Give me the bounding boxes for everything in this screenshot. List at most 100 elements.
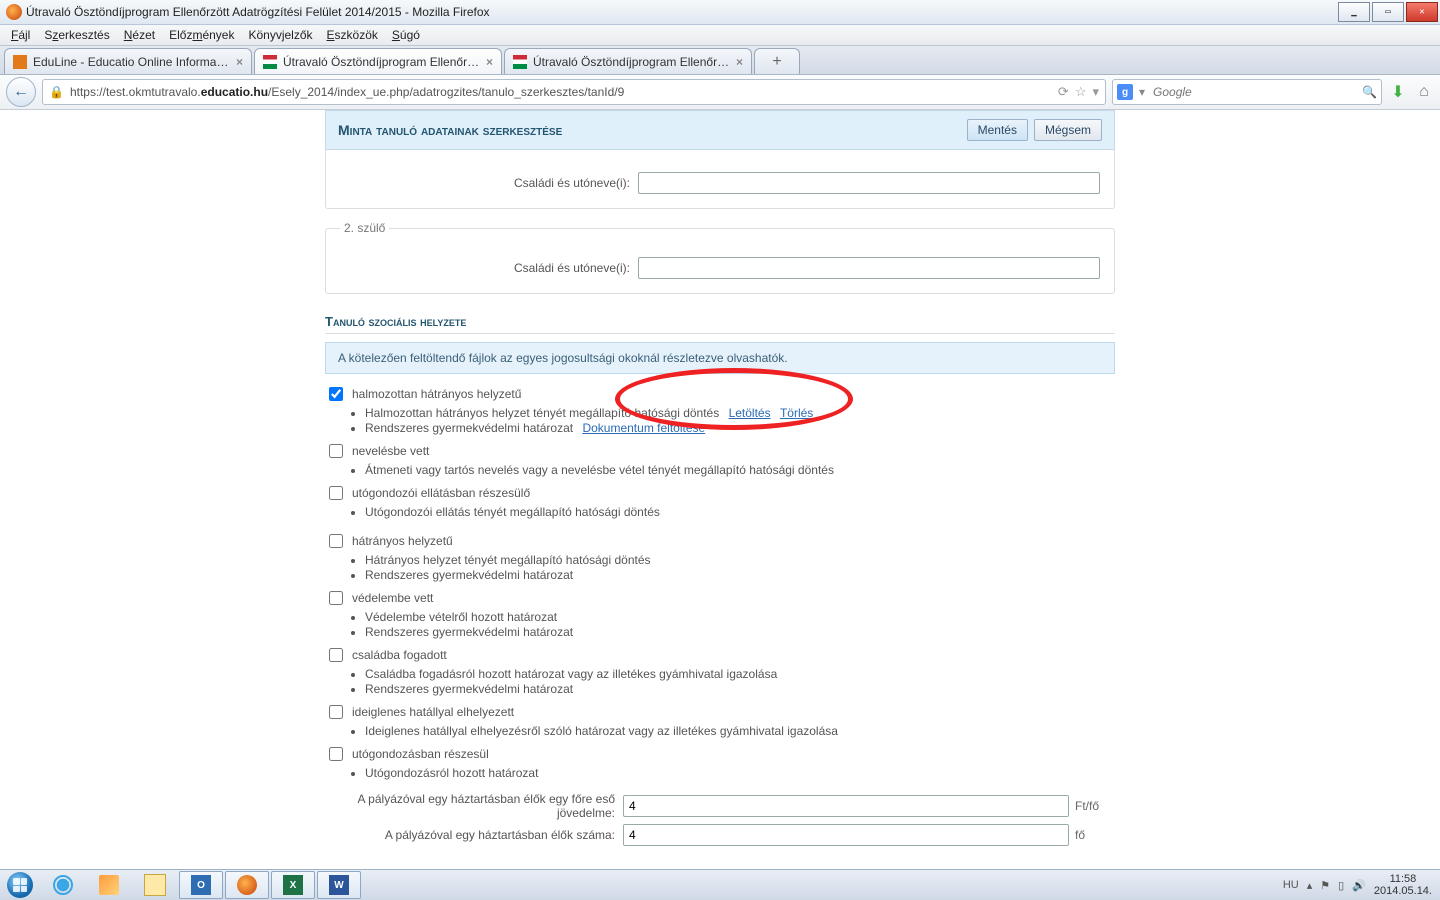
search-input[interactable] <box>1151 84 1356 100</box>
taskbar-explorer[interactable] <box>133 871 177 899</box>
media-icon <box>99 875 119 895</box>
tray-network-icon[interactable]: ▯ <box>1338 879 1344 892</box>
home-button[interactable]: ⌂ <box>1414 83 1434 101</box>
tab-close-icon[interactable]: × <box>236 55 243 69</box>
menu-help[interactable]: Súgó <box>385 28 427 42</box>
browser-navbar: ← 🔒 https://test.okmtutravalo.educatio.h… <box>0 75 1440 110</box>
tab-close-icon[interactable]: × <box>486 55 493 69</box>
chk-utogondozoi[interactable] <box>329 486 343 500</box>
chk-hatranyos-label: hátrányos helyzetű <box>352 534 453 548</box>
list-item: Védelembe vételről hozott határozat <box>365 610 1115 624</box>
windows-taskbar: O X W HU ▴ ⚑ ▯ 🔊 11:58 2014.05.14. <box>0 869 1440 900</box>
bookmark-star-icon[interactable]: ☆ <box>1075 84 1087 100</box>
tab-close-icon[interactable]: × <box>736 55 743 69</box>
url-bar[interactable]: 🔒 https://test.okmtutravalo.educatio.hu/… <box>42 79 1106 105</box>
menu-history[interactable]: Előzmények <box>162 28 241 42</box>
menu-file[interactable]: FFájlájl <box>4 28 37 42</box>
chk-ideiglenes[interactable] <box>329 705 343 719</box>
chk-vedelembe[interactable] <box>329 591 343 605</box>
list-item: Rendszeres gyermekvédelmi határozat <box>365 625 1115 639</box>
tray-volume-icon[interactable]: 🔊 <box>1352 879 1366 892</box>
cancel-button[interactable]: Mégsem <box>1034 119 1102 141</box>
chk-nevelesbe[interactable] <box>329 444 343 458</box>
tab-label: Útravaló Ösztöndíjprogram Ellenőrzöt… <box>533 55 730 69</box>
tab-eduline[interactable]: EduLine - Educatio Online Informatik… × <box>4 48 252 74</box>
menu-tools[interactable]: Eszközök <box>320 28 385 42</box>
income-label: A pályázóval egy háztartásban élők egy f… <box>325 792 623 820</box>
chk-halmozottan[interactable] <box>329 387 343 401</box>
folder-icon <box>144 874 166 896</box>
refresh-icon[interactable]: ⟳ <box>1058 84 1069 100</box>
household-count-label: A pályázóval egy háztartásban élők száma… <box>325 828 623 842</box>
chk-vedelembe-label: védelembe vett <box>352 591 433 605</box>
taskbar-media[interactable] <box>87 871 131 899</box>
start-button[interactable] <box>0 870 40 900</box>
word-icon: W <box>329 875 349 895</box>
taskbar-excel[interactable]: X <box>271 871 315 899</box>
parent1-name-input[interactable] <box>638 172 1100 194</box>
favicon-eduline-icon <box>13 55 27 69</box>
taskbar-outlook[interactable]: O <box>179 871 223 899</box>
search-box[interactable]: g ▾ 🔍 <box>1112 79 1382 105</box>
list-item: Halmozottan hátrányos helyzet tényét meg… <box>365 406 1115 420</box>
upload-link[interactable]: Dokumentum feltöltése <box>582 421 705 435</box>
window-maximize-button[interactable]: ▭ <box>1372 2 1404 22</box>
taskbar-ie[interactable] <box>41 871 85 899</box>
list-item: Hátrányos helyzet tényét megállapító hat… <box>365 553 1115 567</box>
firefox-icon <box>237 875 257 895</box>
tray-lang[interactable]: HU <box>1283 879 1299 891</box>
downloads-button[interactable]: ⬇ <box>1388 82 1408 102</box>
new-tab-button[interactable]: + <box>754 48 800 74</box>
delete-link[interactable]: Törlés <box>780 406 813 420</box>
page-viewport: Minta tanuló adatainak szerkesztése Ment… <box>0 110 1440 874</box>
panel-header: Minta tanuló adatainak szerkesztése Ment… <box>325 110 1115 150</box>
menu-view[interactable]: Nézet <box>117 28 162 42</box>
list-item: Utógondozói ellátás tényét megállapító h… <box>365 505 1115 519</box>
save-button[interactable]: Mentés <box>967 119 1028 141</box>
chk-csaladba-label: családba fogadott <box>352 648 447 662</box>
section-social-title: Tanuló szociális helyzete <box>325 314 1115 334</box>
tray-action-center-icon[interactable]: ⚑ <box>1320 879 1330 892</box>
window-title: Útravaló Ösztöndíjprogram Ellenőrzött Ad… <box>26 5 1338 19</box>
outlook-icon: O <box>191 875 211 895</box>
menu-bookmarks[interactable]: Könyvjelzők <box>241 28 319 42</box>
parent2-name-input[interactable] <box>638 257 1100 279</box>
parent2-name-label: Családi és utóneve(i): <box>340 261 638 275</box>
menu-edit[interactable]: Szerkesztés <box>37 28 116 42</box>
parent1-fieldset: Családi és utóneve(i): <box>325 150 1115 209</box>
tab-utravalo-2[interactable]: Útravaló Ösztöndíjprogram Ellenőrzöt… × <box>504 48 752 74</box>
window-close-button[interactable]: ✕ <box>1406 2 1438 22</box>
list-item: Rendszeres gyermekvédelmi határozat <box>365 568 1115 582</box>
chk-hatranyos[interactable] <box>329 534 343 548</box>
page-title: Minta tanuló adatainak szerkesztése <box>338 122 967 138</box>
tab-utravalo-1[interactable]: Útravaló Ösztöndíjprogram Ellenőrzöt… × <box>254 48 502 74</box>
household-count-input[interactable] <box>623 824 1069 846</box>
tab-strip: EduLine - Educatio Online Informatik… × … <box>0 46 1440 75</box>
firefox-icon <box>6 4 22 20</box>
tray-date: 2014.05.14. <box>1374 885 1432 897</box>
search-dropdown-icon[interactable]: ▾ <box>1139 85 1145 99</box>
parent2-legend: 2. szülő <box>340 221 389 235</box>
back-button[interactable]: ← <box>6 77 36 107</box>
chk-csaladba[interactable] <box>329 648 343 662</box>
parent2-fieldset: 2. szülő Családi és utóneve(i): <box>325 221 1115 294</box>
ie-icon <box>53 875 73 895</box>
household-count-unit: fő <box>1069 828 1115 842</box>
income-input[interactable] <box>623 795 1069 817</box>
window-minimize-button[interactable]: ▁ <box>1338 2 1370 22</box>
tray-show-hidden-icon[interactable]: ▴ <box>1307 879 1313 892</box>
favicon-hu-icon <box>513 55 527 69</box>
search-icon[interactable]: 🔍 <box>1362 85 1377 99</box>
tray-clock[interactable]: 11:58 2014.05.14. <box>1374 873 1432 897</box>
excel-icon: X <box>283 875 303 895</box>
tab-label: EduLine - Educatio Online Informatik… <box>33 55 230 69</box>
download-link[interactable]: Letöltés <box>729 406 771 420</box>
google-icon: g <box>1117 84 1133 100</box>
chk-utogondozasban[interactable] <box>329 747 343 761</box>
url-dropdown-icon[interactable]: ▾ <box>1092 84 1099 100</box>
taskbar-word[interactable]: W <box>317 871 361 899</box>
list-item: Rendszeres gyermekvédelmi határozat <box>365 682 1115 696</box>
taskbar-firefox[interactable] <box>225 871 269 899</box>
tray-time: 11:58 <box>1374 873 1432 885</box>
chk-utogondozasban-label: utógondozásban részesül <box>352 747 489 761</box>
